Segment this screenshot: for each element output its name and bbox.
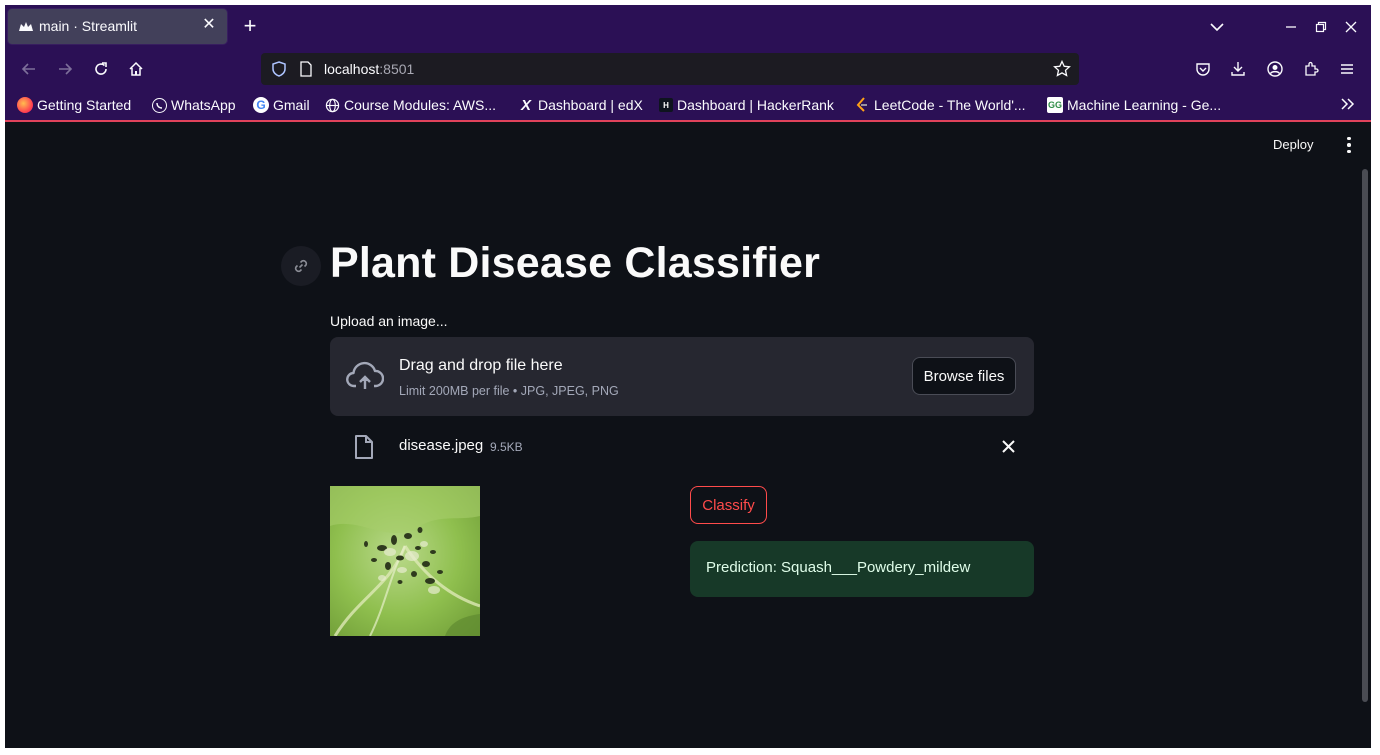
uploaded-leaf-image bbox=[330, 486, 480, 636]
bookmark-getting-started[interactable]: Getting Started bbox=[17, 95, 131, 115]
uploaded-file-name: disease.jpeg bbox=[399, 437, 484, 454]
remove-file-close-icon[interactable] bbox=[998, 436, 1018, 456]
hackerrank-icon: H bbox=[659, 98, 673, 112]
tab-title: main · Streamlit bbox=[39, 18, 138, 34]
file-dropzone[interactable]: Drag and drop file here Limit 200MB per … bbox=[330, 337, 1034, 416]
bookmarks-overflow-chevron-icon[interactable] bbox=[1340, 94, 1356, 114]
bookmark-edx[interactable]: X Dashboard | edX bbox=[518, 95, 643, 115]
bookmark-machine-learning[interactable]: GG Machine Learning - Ge... bbox=[1047, 95, 1221, 115]
google-icon: G bbox=[253, 97, 269, 113]
url-port: :8501 bbox=[379, 61, 415, 77]
dropzone-instructions: Drag and drop file here bbox=[399, 357, 563, 374]
page-icon bbox=[300, 61, 312, 77]
back-arrow-icon[interactable] bbox=[17, 57, 41, 81]
reload-icon[interactable] bbox=[89, 57, 113, 81]
browse-files-button[interactable]: Browse files bbox=[912, 357, 1016, 395]
extensions-icon[interactable] bbox=[1299, 57, 1323, 81]
downloads-icon[interactable] bbox=[1226, 57, 1250, 81]
shield-icon[interactable] bbox=[271, 61, 287, 77]
window-close-icon[interactable] bbox=[1341, 17, 1361, 37]
edx-icon: X bbox=[520, 96, 531, 114]
bookmark-whatsapp[interactable]: WhatsApp bbox=[152, 95, 236, 115]
uploaded-file-size: 9.5KB bbox=[490, 440, 523, 454]
minimize-icon[interactable] bbox=[1281, 17, 1301, 37]
cloud-upload-icon bbox=[346, 361, 384, 389]
classify-button[interactable]: Classify bbox=[690, 486, 767, 524]
globe-icon bbox=[324, 97, 340, 113]
main-menu-icon[interactable] bbox=[1341, 135, 1357, 155]
url-host: localhost bbox=[324, 61, 380, 77]
prediction-success-alert: Prediction: Squash___Powdery_mildew bbox=[690, 541, 1034, 597]
streamlit-crown-icon bbox=[19, 22, 33, 31]
account-icon[interactable] bbox=[1263, 57, 1287, 81]
dropzone-limit-text: Limit 200MB per file • JPG, JPEG, PNG bbox=[399, 384, 619, 398]
nav-bar: localhost:8501 bbox=[5, 49, 1371, 89]
leetcode-icon bbox=[854, 97, 870, 113]
bookmark-hackerrank[interactable]: H Dashboard | HackerRank bbox=[659, 95, 834, 115]
header-anchor-link-icon[interactable] bbox=[281, 246, 321, 286]
menu-hamburger-icon[interactable] bbox=[1335, 57, 1359, 81]
tab-close-icon[interactable]: ✕ bbox=[199, 15, 219, 35]
bookmark-star-icon[interactable] bbox=[1053, 60, 1071, 78]
bookmark-label: Dashboard | HackerRank bbox=[677, 97, 834, 113]
restore-icon[interactable] bbox=[1311, 17, 1331, 37]
geeksforgeeks-icon: GG bbox=[1047, 97, 1063, 113]
prediction-text: Prediction: Squash___Powdery_mildew bbox=[706, 559, 971, 576]
bookmark-label: Getting Started bbox=[37, 97, 132, 113]
browser-tab[interactable]: main · Streamlit ✕ bbox=[8, 9, 227, 44]
bookmark-leetcode[interactable]: LeetCode - The World'... bbox=[854, 95, 1026, 115]
tab-strip: main · Streamlit ✕ + bbox=[5, 5, 1371, 49]
bookmarks-toolbar: Getting Started WhatsApp G Gmail Course … bbox=[5, 89, 1371, 122]
url-text[interactable]: localhost:8501 bbox=[324, 61, 414, 77]
file-icon bbox=[355, 435, 373, 459]
whatsapp-icon bbox=[152, 97, 167, 113]
bookmark-label: Gmail bbox=[273, 97, 310, 113]
pocket-icon[interactable] bbox=[1191, 57, 1215, 81]
bookmark-course-modules[interactable]: Course Modules: AWS... bbox=[324, 95, 496, 115]
deploy-button[interactable]: Deploy bbox=[1273, 137, 1313, 152]
forward-arrow-icon[interactable] bbox=[53, 57, 77, 81]
bookmark-label: WhatsApp bbox=[171, 97, 236, 113]
bookmark-label: Course Modules: AWS... bbox=[344, 97, 496, 113]
browser-window: main · Streamlit ✕ + localhost:8501 Gett… bbox=[5, 5, 1371, 748]
bookmark-label: Machine Learning - Ge... bbox=[1067, 97, 1222, 113]
home-icon[interactable] bbox=[124, 57, 148, 81]
streamlit-app: Deploy Plant Disease Classifier Upload a… bbox=[5, 122, 1371, 748]
firefox-icon bbox=[17, 97, 33, 113]
bookmark-gmail[interactable]: G Gmail bbox=[253, 95, 310, 115]
uploader-label: Upload an image... bbox=[330, 313, 448, 329]
bookmark-label: Dashboard | edX bbox=[538, 97, 643, 113]
bookmark-label: LeetCode - The World'... bbox=[874, 97, 1026, 113]
tab-list-chevron-down-icon[interactable] bbox=[1207, 17, 1227, 37]
scrollbar[interactable] bbox=[1362, 169, 1368, 702]
url-bar[interactable]: localhost:8501 bbox=[261, 53, 1079, 85]
page-title: Plant Disease Classifier bbox=[330, 239, 820, 287]
new-tab-icon[interactable]: + bbox=[239, 15, 261, 37]
